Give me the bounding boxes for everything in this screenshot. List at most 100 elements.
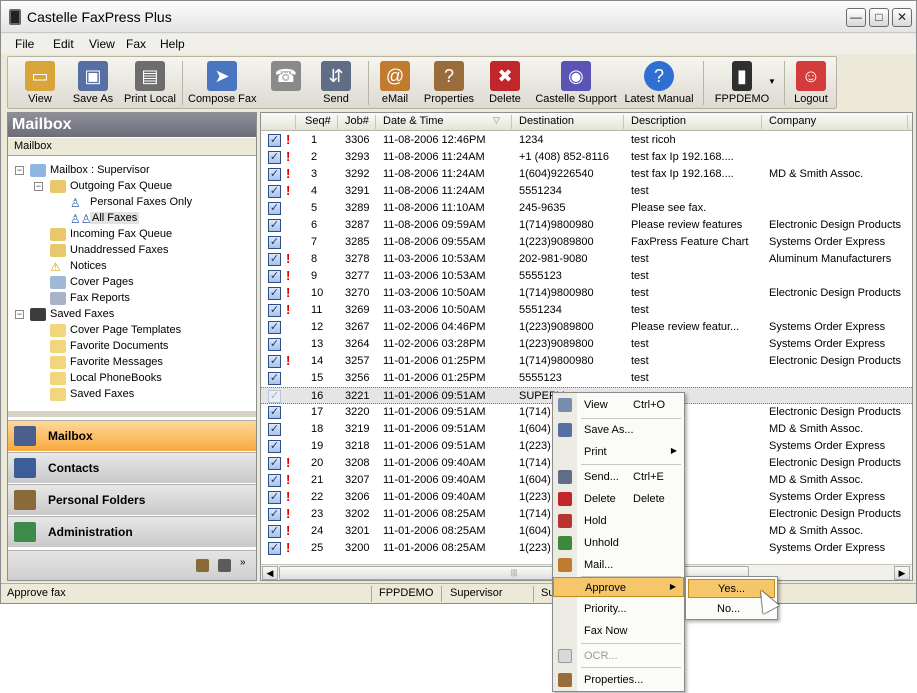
- row-checkbox[interactable]: ✓: [268, 372, 281, 385]
- administration-small-icon[interactable]: [218, 559, 231, 572]
- table-row[interactable]: ✓ 15 3256 11-01-2006 01:25PM 5555123 test: [261, 370, 912, 387]
- nav-mailbox[interactable]: Mailbox: [8, 420, 256, 451]
- column-company[interactable]: Company: [769, 115, 816, 127]
- ctx-ocr[interactable]: OCR...: [553, 646, 684, 666]
- row-checkbox[interactable]: ✓: [268, 219, 281, 232]
- row-checkbox[interactable]: ✓: [268, 457, 281, 470]
- nav-contacts[interactable]: Contacts: [8, 452, 256, 483]
- nav-administration[interactable]: Administration: [8, 516, 256, 547]
- panel-splitter[interactable]: [8, 411, 256, 417]
- row-checkbox[interactable]: ✓: [268, 474, 281, 487]
- table-row[interactable]: ✓ 7 3285 11-08-2006 09:55AM 1(223)9089800 Fax…: [261, 234, 912, 251]
- tree-item-unaddressed-faxes[interactable]: Unaddressed Faxes: [50, 242, 168, 258]
- row-checkbox[interactable]: ✓: [268, 202, 281, 215]
- menu-edit[interactable]: Edit: [53, 37, 74, 51]
- tree-item-saved-faxes-root[interactable]: Saved Faxes: [30, 306, 114, 322]
- ctx-print[interactable]: Print ▶: [553, 442, 684, 462]
- row-checkbox[interactable]: ✓: [268, 185, 281, 198]
- ctx-view[interactable]: View Ctrl+O: [553, 395, 684, 415]
- row-checkbox[interactable]: ✓: [268, 440, 281, 453]
- ctx-mail[interactable]: Mail...: [553, 555, 684, 575]
- column-description[interactable]: Description: [631, 115, 686, 127]
- table-row[interactable]: ✓! 3 3292 11-08-2006 11:24AM 1(604)9226540 te…: [261, 166, 912, 183]
- column-destination[interactable]: Destination: [519, 115, 574, 127]
- table-row[interactable]: ✓! 9 3277 11-03-2006 10:53AM 5555123 test: [261, 268, 912, 285]
- ctx-unhold[interactable]: Unhold: [553, 533, 684, 553]
- row-checkbox[interactable]: ✓: [268, 236, 281, 249]
- row-checkbox[interactable]: ✓: [268, 355, 281, 368]
- nav-personal-folders[interactable]: Personal Folders: [8, 484, 256, 515]
- ctx-delete[interactable]: Delete Delete: [553, 489, 684, 509]
- save-as-button[interactable]: ▣ Save As: [70, 61, 116, 105]
- row-checkbox[interactable]: ✓: [268, 270, 281, 283]
- tree-item-favorite-messages[interactable]: Favorite Messages: [50, 354, 163, 370]
- personal-folders-small-icon[interactable]: [196, 559, 209, 572]
- row-checkbox[interactable]: ✓: [268, 321, 281, 334]
- email-button[interactable]: @ eMail: [376, 61, 414, 105]
- table-row[interactable]: ✓! 14 3257 11-01-2006 01:25PM 1(714)9800980 t…: [261, 353, 912, 370]
- ctx-priority[interactable]: Priority...: [553, 599, 684, 619]
- collapse-outgoing-toggle[interactable]: −: [34, 182, 43, 191]
- latest-manual-button[interactable]: ? Latest Manual: [624, 61, 694, 105]
- row-checkbox[interactable]: ✓: [268, 542, 281, 555]
- row-checkbox[interactable]: ✓: [268, 287, 281, 300]
- tree-item-incoming-fax-queue[interactable]: Incoming Fax Queue: [50, 226, 172, 242]
- tree-item-fax-reports[interactable]: Fax Reports: [50, 290, 130, 306]
- ctx-approve[interactable]: Approve ▶: [553, 577, 684, 597]
- properties-button[interactable]: ? Properties: [422, 61, 476, 105]
- tree-item-cover-page-templates[interactable]: Cover Page Templates: [50, 322, 181, 338]
- tree-item-favorite-documents[interactable]: Favorite Documents: [50, 338, 168, 354]
- collapse-mailbox-toggle[interactable]: −: [15, 166, 24, 175]
- scroll-right-icon[interactable]: ▶: [894, 566, 910, 580]
- logout-button[interactable]: ☺ Logout: [790, 61, 832, 105]
- tree-item-notices[interactable]: ⚠ Notices: [50, 258, 107, 274]
- server-dropdown-icon[interactable]: ▼: [768, 77, 776, 86]
- maximize-button[interactable]: □: [869, 8, 889, 27]
- column-job[interactable]: Job#: [345, 115, 369, 127]
- menu-file[interactable]: File: [15, 37, 34, 51]
- ctx-save-as[interactable]: Save As...: [553, 420, 684, 440]
- table-row[interactable]: ✓! 11 3269 11-03-2006 10:50AM 5551234 test: [261, 302, 912, 319]
- table-row[interactable]: ✓ 13 3264 11-02-2006 03:28PM 1(223)9089800 te…: [261, 336, 912, 353]
- fax-machine-button[interactable]: ☎: [266, 61, 306, 93]
- tree-item-outgoing-fax-queue[interactable]: Outgoing Fax Queue: [50, 178, 172, 194]
- column-date-time[interactable]: Date & Time: [383, 115, 444, 127]
- row-checkbox[interactable]: ✓: [268, 508, 281, 521]
- table-row[interactable]: ✓ 5 3289 11-08-2006 11:10AM 245-9635 Please s…: [261, 200, 912, 217]
- close-button[interactable]: ✕: [892, 8, 912, 27]
- view-button[interactable]: ▭ View: [20, 61, 60, 105]
- ctx-hold[interactable]: Hold: [553, 511, 684, 531]
- table-row[interactable]: ✓ 12 3267 11-02-2006 04:46PM 1(223)9089800 Pl…: [261, 319, 912, 336]
- tree-item-local-phonebooks[interactable]: Local PhoneBooks: [50, 370, 162, 386]
- row-checkbox[interactable]: ✓: [268, 304, 281, 317]
- menu-help[interactable]: Help: [160, 37, 185, 51]
- tree-item-personal-faxes-only[interactable]: ♙ Personal Faxes Only: [70, 194, 192, 210]
- row-checkbox[interactable]: ✓: [268, 338, 281, 351]
- send-button[interactable]: ⇵ Send: [316, 61, 356, 105]
- tree-item-all-faxes[interactable]: ♙♙ All Faxes: [70, 210, 140, 226]
- minimize-button[interactable]: —: [846, 8, 866, 27]
- row-checkbox[interactable]: ✓: [268, 491, 281, 504]
- column-seq[interactable]: Seq#: [305, 115, 331, 127]
- table-row[interactable]: ✓! 2 3293 11-08-2006 11:24AM +1 (408) 852-81…: [261, 149, 912, 166]
- ctx-send[interactable]: Send... Ctrl+E: [553, 467, 684, 487]
- castelle-support-button[interactable]: ◉ Castelle Support: [534, 61, 618, 105]
- title-bar[interactable]: Castelle FaxPress Plus — □ ✕: [1, 1, 916, 33]
- menu-fax[interactable]: Fax: [126, 37, 146, 51]
- row-checkbox[interactable]: ✓: [268, 168, 281, 181]
- row-checkbox[interactable]: ✓: [268, 151, 281, 164]
- row-checkbox[interactable]: ✓: [268, 525, 281, 538]
- menu-view[interactable]: View: [89, 37, 115, 51]
- print-local-button[interactable]: ▤ Print Local: [122, 61, 178, 105]
- table-row[interactable]: ✓! 4 3291 11-08-2006 11:24AM 5551234 test: [261, 183, 912, 200]
- row-checkbox[interactable]: ✓: [268, 134, 281, 147]
- delete-button[interactable]: ✖ Delete: [486, 61, 524, 105]
- compose-fax-button[interactable]: ➤ Compose Fax: [188, 61, 256, 105]
- row-checkbox[interactable]: ✓: [268, 406, 281, 419]
- table-row[interactable]: ✓ 6 3287 11-08-2006 09:59AM 1(714)9800980 Ple…: [261, 217, 912, 234]
- table-row[interactable]: ✓! 1 3306 11-08-2006 12:46PM 1234 test ricoh: [261, 132, 912, 149]
- collapse-saved-faxes-toggle[interactable]: −: [15, 310, 24, 319]
- row-checkbox[interactable]: ✓: [268, 390, 281, 403]
- server-button[interactable]: ▮ FPPDEMO: [710, 61, 774, 105]
- scroll-left-icon[interactable]: ◀: [262, 566, 278, 580]
